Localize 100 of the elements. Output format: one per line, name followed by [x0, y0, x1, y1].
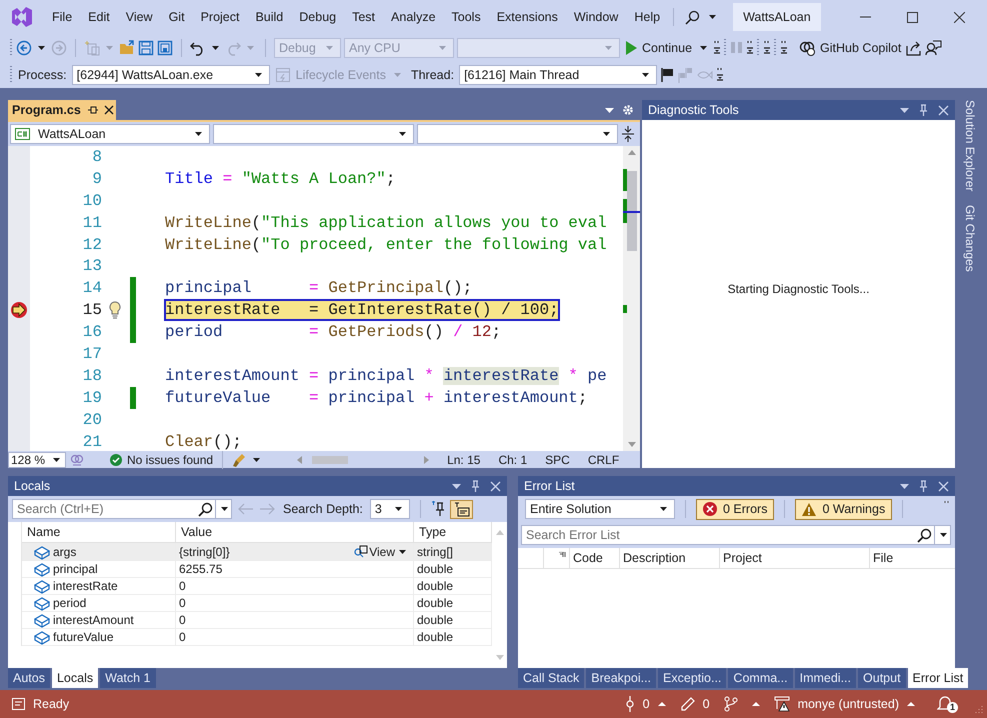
- search-field[interactable]: Search Error List: [521, 525, 951, 545]
- scope-dropdown[interactable]: Entire Solution: [525, 499, 675, 519]
- view-button[interactable]: View: [354, 544, 409, 558]
- menu-item[interactable]: Project: [192, 7, 248, 27]
- column-header[interactable]: Description: [620, 548, 720, 568]
- filter-icon[interactable]: [559, 552, 566, 557]
- copilot-button[interactable]: GitHub Copilot: [797, 40, 904, 56]
- folder-icon[interactable]: [119, 40, 135, 56]
- caret-icon[interactable]: [212, 46, 219, 50]
- dropdown-icon[interactable]: [605, 108, 614, 112]
- menu-item[interactable]: Test: [344, 7, 384, 27]
- project-dropdown[interactable]: WattsALoan: [10, 124, 210, 144]
- pin-icon[interactable]: [430, 501, 445, 517]
- table-row[interactable]: principal 6255.75 double: [8, 560, 492, 577]
- dropdown-icon[interactable]: [452, 484, 461, 488]
- resize-grip-icon[interactable]: [973, 705, 983, 714]
- dropdown-icon[interactable]: [900, 108, 909, 112]
- lightbulb-icon[interactable]: [108, 301, 122, 320]
- caret-icon[interactable]: [709, 15, 716, 19]
- table-row[interactable]: futureValue 0 double: [8, 628, 492, 645]
- step-icon[interactable]: [713, 40, 722, 55]
- share-icon[interactable]: [906, 40, 922, 56]
- menu-item[interactable]: File: [44, 7, 80, 27]
- side-tab[interactable]: Git Changes: [963, 205, 977, 272]
- menu-item[interactable]: Help: [626, 7, 668, 27]
- panel-tab[interactable]: Immedi...: [794, 668, 856, 688]
- user-status[interactable]: monye (untrusted): [774, 696, 915, 712]
- menu-item[interactable]: Edit: [80, 7, 118, 27]
- zoom-dropdown[interactable]: 128 %: [8, 452, 66, 468]
- step-icon[interactable]: [746, 40, 754, 55]
- branch-icon[interactable]: [724, 696, 738, 712]
- menu-item[interactable]: View: [118, 7, 161, 27]
- warnings-filter-button[interactable]: 0 Warnings: [795, 498, 892, 520]
- dropdown-icon[interactable]: [900, 484, 909, 488]
- up-caret-icon[interactable]: [752, 702, 760, 706]
- table-row[interactable]: interestRate 0 double: [8, 577, 492, 594]
- panel-tab[interactable]: Output: [858, 668, 906, 688]
- errors-filter-button[interactable]: 0 Errors: [696, 498, 774, 520]
- step-icon[interactable]: [780, 40, 788, 55]
- scrollbar-thumb[interactable]: [312, 456, 348, 464]
- changes-status[interactable]: 0: [680, 696, 710, 712]
- step-icon[interactable]: [763, 40, 772, 55]
- scrollbar-thumb[interactable]: [627, 171, 637, 251]
- continue-button[interactable]: Continue: [623, 40, 694, 54]
- panel-tab[interactable]: Breakpoi...: [586, 668, 656, 688]
- menu-item[interactable]: Tools: [444, 7, 489, 27]
- line-ending-indicator[interactable]: CRLF: [588, 452, 620, 466]
- caret-icon[interactable]: [38, 46, 45, 50]
- search-icon[interactable]: [917, 528, 932, 542]
- hex-toggle-button[interactable]: [450, 500, 473, 518]
- panel-tab[interactable]: Locals: [52, 668, 98, 688]
- column-header[interactable]: Project: [720, 548, 870, 568]
- copilot-icon[interactable]: [70, 452, 84, 466]
- scroll-down-icon[interactable]: [628, 442, 636, 447]
- process-dropdown[interactable]: [62944] WattsALoan.exe: [72, 64, 270, 84]
- panel-tab[interactable]: Autos: [8, 668, 50, 688]
- panel-tab[interactable]: Comma...: [728, 668, 793, 688]
- back-icon[interactable]: [16, 40, 32, 56]
- scroll-up-icon[interactable]: [628, 150, 636, 155]
- search-icon[interactable]: [685, 10, 700, 24]
- panel-tab[interactable]: Watch 1: [100, 668, 156, 688]
- flag-icon[interactable]: [660, 66, 674, 82]
- menu-item[interactable]: Build: [247, 7, 292, 27]
- line-indicator[interactable]: Ln: 15: [447, 452, 480, 466]
- panel-tab[interactable]: Exceptio...: [658, 668, 726, 688]
- table-row[interactable]: period 0 double: [8, 594, 492, 611]
- caret-icon[interactable]: [700, 46, 708, 50]
- pin-icon[interactable]: [86, 105, 98, 115]
- scrollbar[interactable]: [623, 146, 640, 451]
- caret-icon[interactable]: [221, 507, 228, 511]
- feedback-icon[interactable]: [925, 40, 942, 56]
- issues-status[interactable]: No issues found: [110, 452, 214, 466]
- search-input[interactable]: Search (Ctrl+E): [15, 501, 196, 517]
- search-depth-dropdown[interactable]: 3: [370, 499, 410, 519]
- search-field[interactable]: Search (Ctrl+E): [12, 499, 232, 519]
- close-icon[interactable]: [954, 12, 965, 22]
- commits-status[interactable]: 0: [624, 696, 666, 712]
- notifications-button[interactable]: 1: [937, 695, 959, 713]
- split-icon[interactable]: [621, 126, 635, 142]
- panel-tab[interactable]: Call Stack: [518, 668, 584, 688]
- horizontal-scrollbar[interactable]: [297, 456, 430, 464]
- menu-item[interactable]: Extensions: [488, 7, 566, 27]
- thread-dropdown[interactable]: [61216] Main Thread: [459, 64, 658, 84]
- panel-tab[interactable]: Error List: [908, 668, 968, 688]
- whitespace-indicator[interactable]: SPC: [545, 452, 570, 466]
- table-row[interactable]: interestAmount 0 double: [8, 611, 492, 628]
- menu-item[interactable]: Window: [566, 7, 626, 27]
- menu-item[interactable]: Analyze: [383, 7, 444, 27]
- code-editor[interactable]: [8, 146, 640, 451]
- column-header[interactable]: Code: [570, 548, 620, 568]
- caret-icon[interactable]: [253, 458, 260, 462]
- menu-item[interactable]: Git: [160, 7, 193, 27]
- column-indicator[interactable]: Ch: 1: [498, 452, 528, 466]
- close-icon[interactable]: [104, 105, 114, 115]
- maximize-icon[interactable]: [907, 12, 918, 22]
- column-header[interactable]: File: [870, 548, 949, 568]
- caret-icon[interactable]: [940, 533, 947, 537]
- menu-item[interactable]: Debug: [291, 7, 344, 27]
- save-icon[interactable]: [138, 40, 154, 56]
- search-icon[interactable]: [198, 502, 213, 516]
